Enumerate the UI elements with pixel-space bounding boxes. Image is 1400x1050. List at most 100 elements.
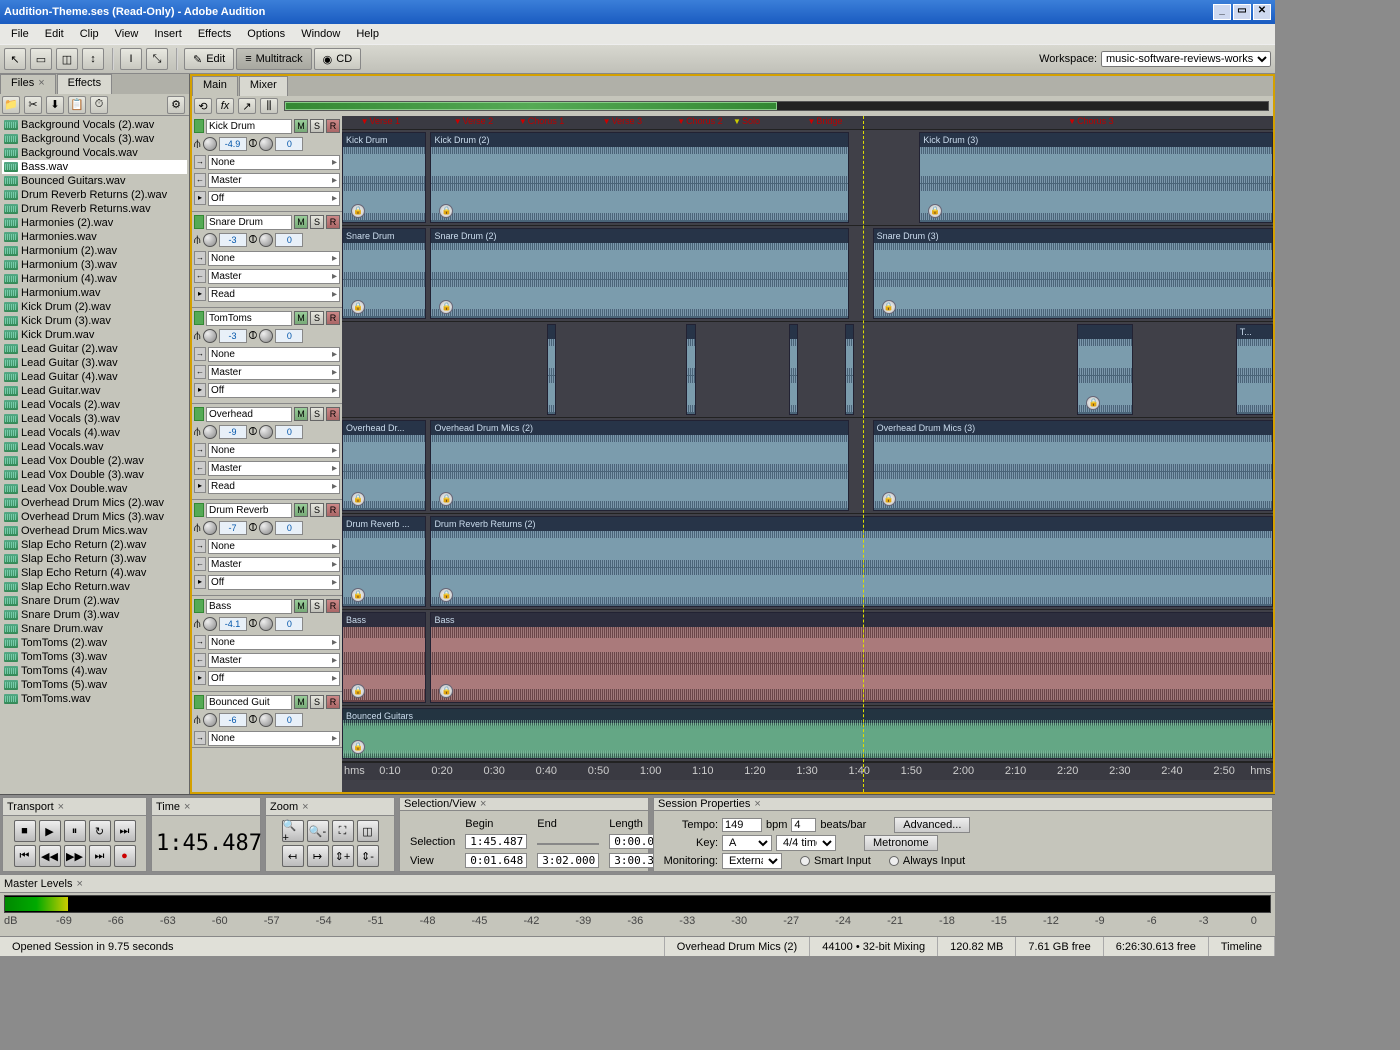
file-item[interactable]: Lead Vocals (3).wav — [2, 412, 187, 426]
mute-button[interactable]: M — [294, 599, 308, 613]
solo-button[interactable]: S — [310, 407, 324, 421]
monitoring-select[interactable]: External — [722, 853, 782, 869]
pan-knob[interactable] — [259, 233, 273, 247]
solo-button[interactable]: S — [310, 119, 324, 133]
audio-clip[interactable]: Overhead Dr...🔒 — [342, 420, 426, 511]
zoom-in-v-button[interactable]: ⇕+ — [332, 845, 354, 867]
fx-select[interactable]: None — [208, 155, 340, 170]
audio-clip[interactable]: Drum Reverb ...🔒 — [342, 516, 426, 607]
out-arrow[interactable]: ← — [194, 653, 206, 667]
file-item[interactable]: Lead Guitar.wav — [2, 384, 187, 398]
record-arm-button[interactable]: R — [326, 695, 340, 709]
output-select[interactable]: Master — [208, 461, 340, 476]
auto-arrow[interactable]: ▸ — [194, 191, 206, 205]
mode-cd[interactable]: ◉CD — [314, 48, 362, 70]
file-item[interactable]: Harmonium (4).wav — [2, 272, 187, 286]
menu-file[interactable]: File — [4, 26, 36, 42]
output-select[interactable]: Master — [208, 557, 340, 572]
volume-value[interactable]: -7 — [219, 521, 247, 535]
out-arrow[interactable]: ← — [194, 365, 206, 379]
audio-clip[interactable]: Kick Drum🔒 — [342, 132, 426, 223]
record-arm-button[interactable]: R — [326, 407, 340, 421]
fx-arrow[interactable]: → — [194, 539, 206, 553]
track-name-input[interactable]: TomToms — [206, 311, 292, 326]
file-item[interactable]: Background Vocals (2).wav — [2, 118, 187, 132]
file-item[interactable]: Lead Vocals (2).wav — [2, 398, 187, 412]
menu-effects[interactable]: Effects — [191, 26, 238, 42]
pan-knob[interactable] — [259, 521, 273, 535]
insert-icon[interactable]: ⬇ — [46, 96, 64, 114]
pan-value[interactable]: 0 — [275, 329, 303, 343]
audio-clip[interactable]: Snare Drum🔒 — [342, 228, 426, 319]
file-item[interactable]: Slap Echo Return.wav — [2, 580, 187, 594]
file-item[interactable]: Overhead Drum Mics (2).wav — [2, 496, 187, 510]
key-select[interactable]: A — [722, 835, 772, 851]
pan-knob[interactable] — [259, 713, 273, 727]
volume-knob[interactable] — [203, 329, 217, 343]
file-item[interactable]: Lead Guitar (3).wav — [2, 356, 187, 370]
output-select[interactable]: Master — [208, 173, 340, 188]
audio-clip[interactable]: Bass🔒 — [342, 612, 426, 703]
audio-clip[interactable] — [845, 324, 854, 415]
zoom-in-right-button[interactable]: ↦ — [307, 845, 329, 867]
solo-button[interactable]: S — [310, 599, 324, 613]
pan-value[interactable]: 0 — [275, 713, 303, 727]
solo-button[interactable]: S — [310, 311, 324, 325]
out-arrow[interactable]: ← — [194, 557, 206, 571]
fx-select[interactable]: None — [208, 635, 340, 650]
out-arrow[interactable]: ← — [194, 461, 206, 475]
eq-icon[interactable]: ⫼ — [260, 98, 278, 114]
menu-clip[interactable]: Clip — [73, 26, 106, 42]
marker[interactable]: Chorus 3 — [1068, 116, 1113, 126]
pan-value[interactable]: 0 — [275, 425, 303, 439]
menu-window[interactable]: Window — [294, 26, 347, 42]
menu-options[interactable]: Options — [240, 26, 292, 42]
file-list[interactable]: Background Vocals (2).wavBackground Voca… — [0, 116, 189, 794]
track-lane[interactable]: Kick Drum🔒Kick Drum (2)🔒Kick Drum (3)🔒 — [342, 130, 1273, 226]
track-name-input[interactable]: Drum Reverb — [206, 503, 292, 518]
track-name-input[interactable]: Bass — [206, 599, 292, 614]
file-item[interactable]: Overhead Drum Mics.wav — [2, 524, 187, 538]
maximize-button[interactable]: ▭ — [1233, 4, 1251, 20]
marker[interactable]: Verse 3 — [603, 116, 642, 126]
mode-edit[interactable]: ✎Edit — [184, 48, 234, 70]
audio-clip[interactable]: Drum Reverb Returns (2)🔒 — [430, 516, 1273, 607]
fx-arrow[interactable]: → — [194, 635, 206, 649]
minimize-button[interactable]: _ — [1213, 4, 1231, 20]
volume-value[interactable]: -4.1 — [219, 617, 247, 631]
file-item[interactable]: Lead Vocals (4).wav — [2, 426, 187, 440]
auto-arrow[interactable]: ▸ — [194, 479, 206, 493]
zoom-in-left-button[interactable]: ↤ — [282, 845, 304, 867]
audio-clip[interactable]: Kick Drum (2)🔒 — [430, 132, 849, 223]
file-item[interactable]: Bounced Guitars.wav — [2, 174, 187, 188]
smart-input-radio[interactable] — [800, 856, 810, 866]
output-select[interactable]: Master — [208, 653, 340, 668]
record-button[interactable]: ● — [114, 845, 136, 867]
file-item[interactable]: Lead Vocals.wav — [2, 440, 187, 454]
tab-effects[interactable]: Effects — [57, 74, 112, 94]
file-item[interactable]: Harmonies.wav — [2, 230, 187, 244]
marker[interactable]: Chorus 2 — [677, 116, 722, 126]
marker[interactable]: Verse 1 — [361, 116, 400, 126]
mute-button[interactable]: M — [294, 503, 308, 517]
menu-help[interactable]: Help — [349, 26, 386, 42]
solo-button[interactable]: S — [310, 215, 324, 229]
fx-select[interactable]: None — [208, 731, 340, 746]
marker[interactable]: Verse 2 — [454, 116, 493, 126]
track-lane[interactable]: Drum Reverb ...🔒Drum Reverb Returns (2)🔒 — [342, 514, 1273, 610]
out-arrow[interactable]: ← — [194, 173, 206, 187]
auto-arrow[interactable]: ▸ — [194, 575, 206, 589]
track-lane[interactable]: Bass🔒Bass🔒 — [342, 610, 1273, 706]
file-item[interactable]: Drum Reverb Returns (2).wav — [2, 188, 187, 202]
record-arm-button[interactable]: R — [326, 119, 340, 133]
file-item[interactable]: TomToms (3).wav — [2, 650, 187, 664]
fx-arrow[interactable]: → — [194, 347, 206, 361]
automation-select[interactable]: Off — [208, 383, 340, 398]
file-item[interactable]: Lead Vox Double (2).wav — [2, 454, 187, 468]
menu-edit[interactable]: Edit — [38, 26, 71, 42]
track-name-input[interactable]: Overhead — [206, 407, 292, 422]
import-icon[interactable]: 📁 — [2, 96, 20, 114]
marker[interactable]: Chorus 1 — [519, 116, 564, 126]
mute-button[interactable]: M — [294, 311, 308, 325]
forward-button[interactable]: ▶▶ — [64, 845, 86, 867]
